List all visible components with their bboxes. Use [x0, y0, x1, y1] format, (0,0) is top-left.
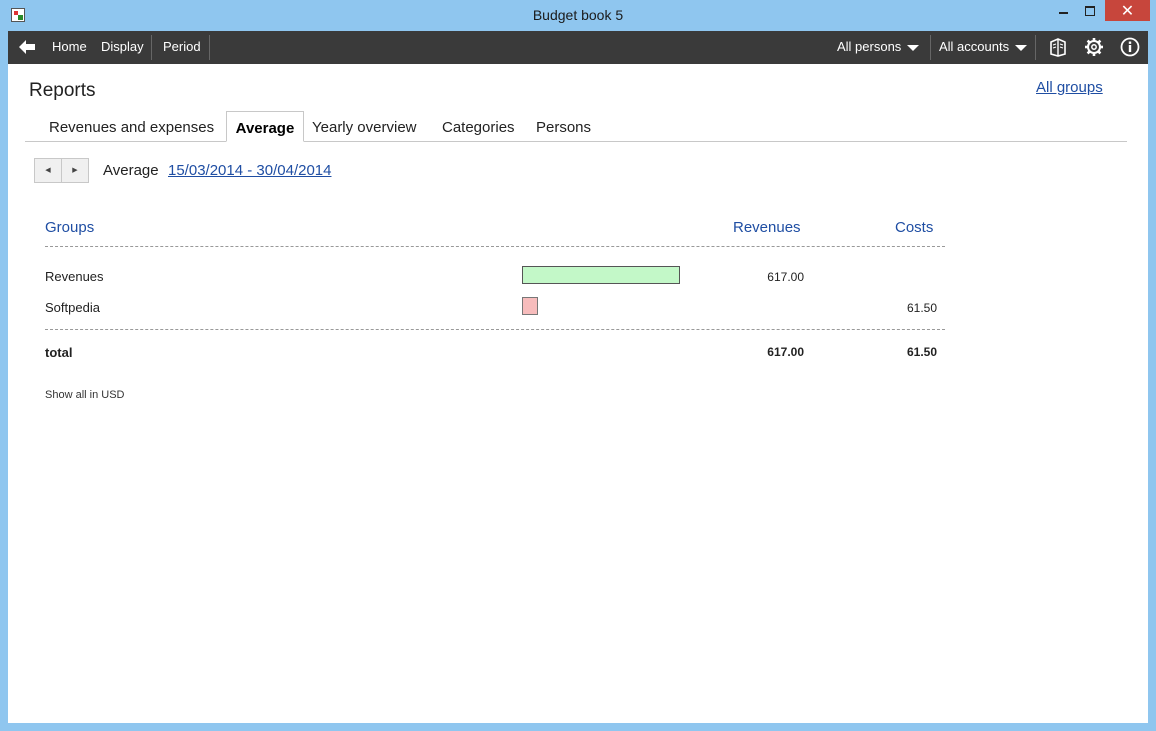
toolbar-divider — [151, 35, 152, 60]
client-area: Home Display Period All persons All acco… — [8, 31, 1148, 723]
toolbar-divider — [930, 35, 931, 60]
accounts-dropdown[interactable]: All accounts — [939, 31, 1028, 64]
home-menu[interactable]: Home — [52, 31, 87, 64]
page-title: Reports — [29, 80, 96, 101]
persons-dropdown-label: All persons — [837, 39, 902, 54]
chevron-left-icon: ◀ — [45, 166, 51, 174]
info-icon[interactable] — [1120, 37, 1140, 57]
row-group-name: Softpedia — [45, 300, 100, 315]
groups-column-header: Groups — [45, 219, 95, 236]
toolbar: Home Display Period All persons All acco… — [8, 31, 1148, 64]
minimize-icon — [1058, 12, 1068, 14]
row-cost-value: 61.50 — [906, 301, 937, 315]
chevron-down-icon — [1015, 44, 1028, 51]
revenue-bar — [522, 266, 680, 284]
row-revenue-value: 617.00 — [767, 270, 804, 284]
chevron-right-icon: ▶ — [72, 166, 78, 174]
previous-period-button[interactable]: ◀ — [35, 159, 62, 182]
toolbar-divider — [1035, 35, 1036, 60]
period-navigation: ◀ ▶ — [34, 158, 89, 183]
tab-average[interactable]: Average — [226, 111, 304, 142]
cost-bar — [522, 297, 538, 315]
report-tabs: Revenues and expenses Average Yearly ove… — [25, 111, 1127, 142]
total-revenue-value: 617.00 — [767, 345, 804, 359]
toolbar-divider — [209, 35, 210, 60]
minimize-button[interactable] — [1050, 0, 1076, 21]
window-title: Budget book 5 — [532, 7, 624, 23]
total-divider — [45, 329, 945, 330]
next-period-button[interactable]: ▶ — [62, 159, 88, 182]
maximize-button[interactable] — [1077, 0, 1103, 21]
all-groups-link[interactable]: All groups — [1036, 79, 1103, 96]
close-button[interactable]: ✕ — [1105, 0, 1150, 21]
tab-yearly-overview[interactable]: Yearly overview — [312, 111, 417, 140]
title-bar: Budget book 5 ✕ — [0, 0, 1156, 31]
book-icon[interactable] — [1048, 37, 1068, 57]
header-divider — [45, 246, 945, 247]
gear-icon[interactable] — [1084, 37, 1104, 57]
maximize-icon — [1085, 6, 1095, 16]
back-arrow-icon[interactable] — [18, 39, 36, 55]
period-label: Average — [103, 162, 159, 179]
close-icon: ✕ — [1120, 1, 1135, 20]
total-cost-value: 61.50 — [906, 345, 937, 359]
chevron-down-icon — [907, 44, 920, 51]
app-window: Budget book 5 ✕ Home Display Period All … — [0, 0, 1156, 731]
tab-revenues-and-expenses[interactable]: Revenues and expenses — [49, 111, 214, 140]
persons-dropdown[interactable]: All persons — [837, 31, 920, 64]
show-all-in-usd-option[interactable]: Show all in USD — [45, 389, 124, 401]
costs-column-header: Costs — [895, 219, 934, 236]
accounts-dropdown-label: All accounts — [939, 39, 1010, 54]
date-range-link[interactable]: 15/03/2014 - 30/04/2014 — [168, 162, 331, 179]
revenues-column-header: Revenues — [733, 219, 801, 236]
tab-persons[interactable]: Persons — [536, 111, 591, 140]
total-label: total — [45, 345, 73, 360]
period-menu[interactable]: Period — [163, 31, 201, 64]
display-menu[interactable]: Display — [101, 31, 144, 64]
row-group-name: Revenues — [45, 269, 104, 284]
tab-categories[interactable]: Categories — [442, 111, 515, 140]
